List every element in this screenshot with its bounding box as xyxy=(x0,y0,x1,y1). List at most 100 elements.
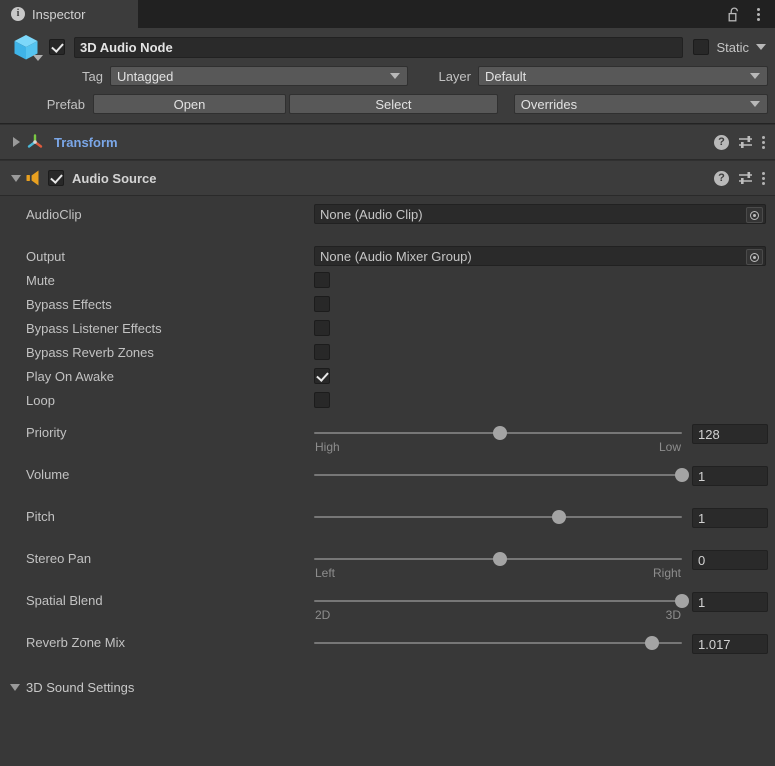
output-object-field[interactable]: None (Audio Mixer Group) xyxy=(314,246,766,266)
reverb-zone-mix-value: 1.017 xyxy=(698,636,731,652)
chevron-down-icon xyxy=(11,174,21,182)
transform-foldout-toggle[interactable] xyxy=(8,125,24,159)
mute-checkbox[interactable] xyxy=(314,272,330,288)
static-checkbox[interactable] xyxy=(693,39,710,55)
volume-slider-handle[interactable] xyxy=(675,468,689,482)
spatial-blend-slider-endlabels: 2D 3D xyxy=(314,608,682,622)
prefab-open-button[interactable]: Open xyxy=(93,94,286,114)
tag-value: Untagged xyxy=(117,68,174,84)
prefab-select-button[interactable]: Select xyxy=(289,94,498,114)
static-dropdown-chevron-icon[interactable] xyxy=(756,44,766,50)
play-on-awake-checkbox[interactable] xyxy=(314,368,330,384)
prefab-overrides-label: Overrides xyxy=(520,96,578,112)
help-icon[interactable]: ? xyxy=(714,170,729,186)
spatial-blend-slider-handle[interactable] xyxy=(675,594,689,608)
lock-open-icon[interactable] xyxy=(723,3,745,25)
audio-source-foldout-toggle[interactable] xyxy=(8,161,24,195)
tag-label: Tag xyxy=(82,68,103,84)
audio-source-title: Audio Source xyxy=(72,170,157,186)
stereo-pan-slider-handle[interactable] xyxy=(492,552,507,566)
gameobject-header: 3D Audio Node Static Tag Untagged Layer … xyxy=(0,28,775,124)
volume-label: Volume xyxy=(26,467,70,482)
help-icon[interactable]: ? xyxy=(714,134,729,150)
tab-bar: i Inspector xyxy=(0,0,775,28)
chevron-down-icon xyxy=(33,55,43,61)
bypass-listener-effects-checkbox[interactable] xyxy=(314,320,330,336)
component-header-audio-source[interactable]: Audio Source ? xyxy=(0,160,775,196)
chevron-down-icon xyxy=(390,73,400,79)
gameobject-icon-button[interactable] xyxy=(7,31,49,63)
priority-slider-track[interactable] xyxy=(314,425,682,441)
property-row-stereo-pan: Stereo Pan Left Right 0 xyxy=(0,548,775,590)
spatial-blend-slider[interactable]: 2D 3D xyxy=(314,590,689,622)
preset-slider-icon[interactable] xyxy=(737,170,754,187)
reverb-zone-mix-slider-track[interactable] xyxy=(314,635,682,651)
stereo-pan-slider[interactable]: Left Right xyxy=(314,548,682,580)
priority-value-input[interactable]: 128 xyxy=(692,424,768,444)
bypass-effects-checkbox[interactable] xyxy=(314,296,330,312)
reverb-zone-mix-value-input[interactable]: 1.017 xyxy=(692,634,768,654)
object-picker-icon[interactable] xyxy=(746,249,763,265)
property-row-output: Output None (Audio Mixer Group) xyxy=(0,246,775,266)
bypass-reverb-zones-checkbox[interactable] xyxy=(314,344,330,360)
gameobject-name-input[interactable]: 3D Audio Node xyxy=(74,36,684,58)
transform-gizmo-icon xyxy=(24,125,46,159)
property-row-bypass-listener-effects: Bypass Listener Effects xyxy=(0,318,775,338)
gameobject-name-value: 3D Audio Node xyxy=(80,39,173,55)
reverb-zone-mix-slider[interactable] xyxy=(314,632,682,650)
bypass-listener-effects-label: Bypass Listener Effects xyxy=(26,320,162,336)
bypass-effects-label: Bypass Effects xyxy=(26,296,112,312)
audio-source-header-actions: ? xyxy=(714,170,769,187)
pitch-slider-track[interactable] xyxy=(314,509,682,525)
stereo-pan-max-label: Right xyxy=(652,566,681,580)
kebab-menu-icon[interactable] xyxy=(762,135,765,149)
layer-dropdown[interactable]: Default xyxy=(478,66,768,86)
gameobject-enabled-checkbox[interactable] xyxy=(49,39,65,55)
volume-slider[interactable] xyxy=(314,464,689,483)
kebab-menu-icon[interactable] xyxy=(747,3,769,25)
audio-source-body: AudioClip None (Audio Clip) Output None … xyxy=(0,196,775,700)
audioclip-object-field[interactable]: None (Audio Clip) xyxy=(314,204,766,224)
info-icon: i xyxy=(11,7,25,21)
chevron-right-icon xyxy=(12,137,20,147)
tag-dropdown[interactable]: Untagged xyxy=(110,66,408,86)
stereo-pan-slider-track[interactable] xyxy=(314,551,682,567)
static-group: Static xyxy=(693,39,768,55)
priority-value: 128 xyxy=(698,426,720,442)
tab-inspector[interactable]: i Inspector xyxy=(0,0,138,28)
stereo-pan-value-input[interactable]: 0 xyxy=(692,550,768,570)
loop-checkbox[interactable] xyxy=(314,392,330,408)
volume-slider-track[interactable] xyxy=(314,467,689,483)
gameobject-name-row: 3D Audio Node Static xyxy=(7,31,768,63)
object-picker-icon[interactable] xyxy=(746,207,763,223)
prefab-open-label: Open xyxy=(173,96,206,112)
audio-speaker-glyph xyxy=(26,170,39,186)
priority-min-label: High xyxy=(315,440,340,454)
spatial-blend-label: Spatial Blend xyxy=(26,593,103,608)
pitch-value-input[interactable]: 1 xyxy=(692,508,768,528)
chevron-down-icon xyxy=(10,683,20,691)
section-3d-sound-settings-label: 3D Sound Settings xyxy=(26,679,135,695)
section-3d-sound-settings[interactable]: 3D Sound Settings xyxy=(0,674,775,700)
volume-value-input[interactable]: 1 xyxy=(692,466,768,486)
prefab-overrides-dropdown[interactable]: Overrides xyxy=(513,94,768,114)
property-row-play-on-awake: Play On Awake xyxy=(0,366,775,386)
pitch-slider[interactable] xyxy=(314,506,682,524)
property-row-loop: Loop xyxy=(0,390,775,410)
kebab-menu-icon[interactable] xyxy=(762,171,765,185)
reverb-zone-mix-slider-handle[interactable] xyxy=(644,636,659,650)
priority-slider[interactable]: High Low xyxy=(314,422,682,454)
spatial-blend-slider-track[interactable] xyxy=(314,593,689,609)
pitch-slider-handle[interactable] xyxy=(551,510,566,524)
priority-slider-handle[interactable] xyxy=(492,426,507,440)
spatial-blend-value-input[interactable]: 1 xyxy=(692,592,768,612)
property-row-volume: Volume 1 xyxy=(0,464,775,506)
preset-slider-icon[interactable] xyxy=(737,134,754,151)
component-header-transform[interactable]: Transform ? xyxy=(0,124,775,160)
audio-source-enabled-checkbox[interactable] xyxy=(48,170,64,186)
transform-gizmo-glyph xyxy=(27,134,43,148)
slider-track-line xyxy=(314,474,682,476)
reverb-zone-mix-label: Reverb Zone Mix xyxy=(26,635,125,650)
inspector-window: i Inspector 3D Audio Node Static Tag Unt… xyxy=(0,0,775,766)
kebab-dots xyxy=(756,7,760,21)
